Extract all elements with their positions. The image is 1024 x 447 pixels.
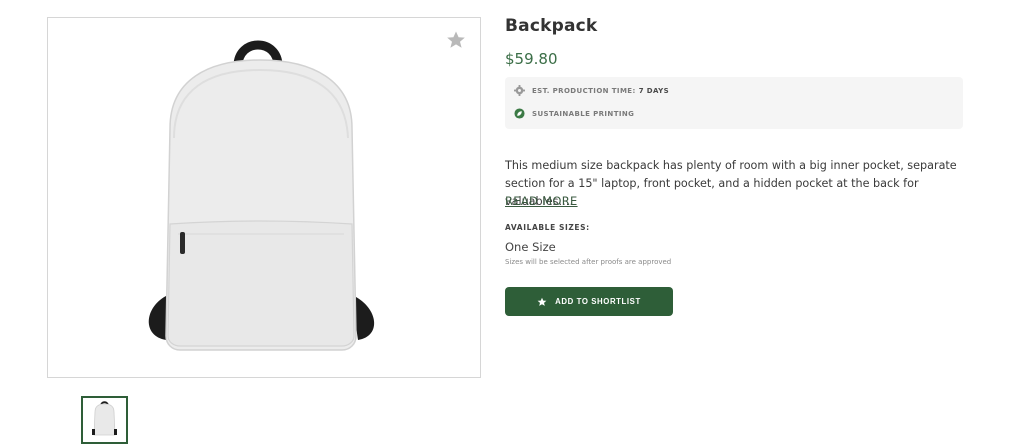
size-value: One Size (505, 240, 556, 254)
production-time-row: EST. PRODUCTION TIME: 7 DAYS (514, 85, 669, 96)
product-thumbnail[interactable] (81, 396, 128, 444)
gear-icon (514, 85, 525, 96)
sustainable-printing-row: SUSTAINABLE PRINTING (514, 108, 634, 119)
leaf-icon (514, 108, 525, 119)
production-time-value: 7 DAYS (638, 86, 670, 95)
product-price: $59.80 (505, 50, 558, 68)
add-to-shortlist-button[interactable]: ADD TO SHORTLIST (505, 287, 673, 316)
product-info-box: EST. PRODUCTION TIME: 7 DAYS SUSTAINABLE… (505, 77, 963, 129)
backpack-thumbnail-image (92, 401, 117, 436)
sustainable-printing-label: SUSTAINABLE PRINTING (532, 109, 635, 118)
backpack-image (148, 40, 375, 351)
read-more-link[interactable]: READ MORE (505, 194, 578, 208)
production-time-label: EST. PRODUCTION TIME: (532, 86, 636, 95)
star-icon (537, 297, 547, 306)
star-icon[interactable] (446, 30, 466, 50)
size-note: Sizes will be selected after proofs are … (505, 258, 672, 266)
add-to-shortlist-label: ADD TO SHORTLIST (555, 297, 641, 306)
available-sizes-label: AVAILABLE SIZES: (505, 223, 590, 232)
product-title: Backpack (505, 16, 598, 36)
product-main-image (47, 17, 481, 378)
